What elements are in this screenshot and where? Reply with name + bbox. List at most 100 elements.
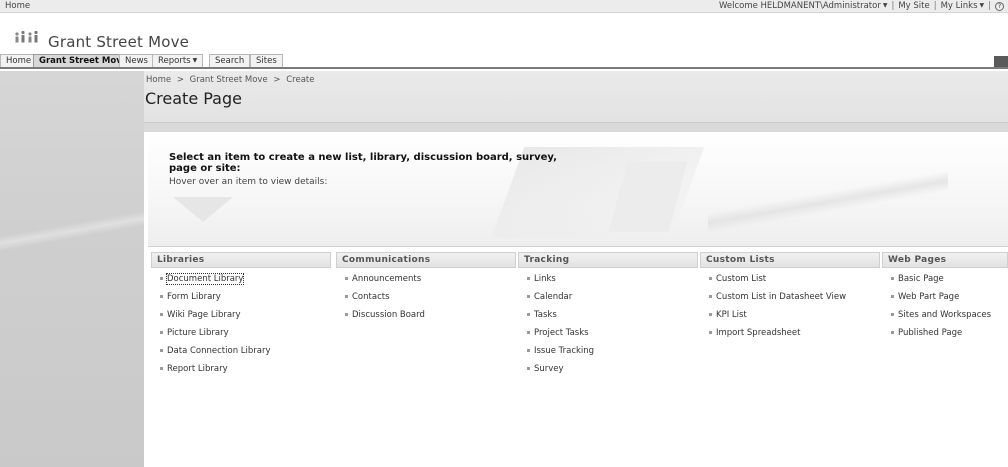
item-label[interactable]: Discussion Board: [352, 310, 425, 320]
tab-reports-label: Reports: [158, 56, 191, 66]
page-header: Home > Grant Street Move > Create Create…: [144, 71, 1008, 123]
global-navigation-bar: Home Welcome HELDMANENT\Administrator ▼ |…: [0, 0, 1008, 13]
item-label[interactable]: Announcements: [352, 274, 421, 284]
top-navigation-tabs: Home Grant Street Move News Reports ▼ Sea…: [0, 54, 1008, 69]
create-intro-banner: Select an item to create a new list, lib…: [148, 132, 1008, 247]
item-label[interactable]: Contacts: [352, 292, 390, 302]
item-label[interactable]: KPI List: [716, 310, 747, 320]
my-site-link[interactable]: My Site: [898, 1, 929, 11]
bullet-icon: [527, 331, 530, 334]
item-label[interactable]: Tasks: [534, 310, 557, 320]
bullet-icon: [527, 277, 530, 280]
item-label[interactable]: Web Part Page: [898, 292, 959, 302]
tab-reports[interactable]: Reports ▼: [152, 54, 204, 67]
list-item[interactable]: Survey: [518, 364, 698, 382]
list-item[interactable]: Calendar: [518, 292, 698, 310]
global-home-link[interactable]: Home: [5, 1, 30, 11]
chevron-down-icon: ▼: [882, 2, 888, 9]
list-item[interactable]: Basic Page: [882, 274, 1008, 292]
item-label[interactable]: Links: [534, 274, 556, 284]
category-libraries: Libraries Document Library Form Library …: [151, 252, 331, 382]
decorative-shape: [173, 197, 233, 222]
list-item[interactable]: Announcements: [336, 274, 516, 292]
item-label[interactable]: Report Library: [167, 364, 228, 374]
item-label[interactable]: Data Connection Library: [167, 346, 271, 356]
bullet-icon: [160, 277, 163, 280]
list-item[interactable]: KPI List: [700, 310, 880, 328]
tab-sites[interactable]: Sites: [250, 54, 283, 67]
category-header: Communications: [336, 252, 516, 268]
welcome-menu[interactable]: Welcome HELDMANENT\Administrator ▼: [719, 1, 888, 11]
my-links-menu[interactable]: My Links ▼: [941, 1, 985, 11]
help-icon[interactable]: ?: [995, 1, 1004, 11]
list-item[interactable]: Project Tasks: [518, 328, 698, 346]
bullet-icon: [345, 277, 348, 280]
decorative-stripe: [0, 206, 144, 256]
bullet-icon: [160, 295, 163, 298]
bullet-icon: [345, 313, 348, 316]
list-item[interactable]: Import Spreadsheet: [700, 328, 880, 346]
intro-hint: Hover over an item to view details:: [169, 177, 328, 187]
list-item[interactable]: Data Connection Library: [151, 346, 331, 364]
user-menu-area: Welcome HELDMANENT\Administrator ▼ | My S…: [719, 1, 1004, 11]
list-item[interactable]: Custom List in Datasheet View: [700, 292, 880, 310]
list-item[interactable]: Report Library: [151, 364, 331, 382]
list-item[interactable]: Wiki Page Library: [151, 310, 331, 328]
chevron-down-icon: ▼: [192, 57, 198, 64]
list-item[interactable]: Published Page: [882, 328, 1008, 346]
item-label[interactable]: Wiki Page Library: [167, 310, 241, 320]
tab-home[interactable]: Home: [0, 54, 38, 67]
bullet-icon: [891, 277, 894, 280]
category-tracking: Tracking Links Calendar Tasks Project Ta…: [518, 252, 698, 382]
create-categories: Libraries Document Library Form Library …: [148, 252, 1008, 467]
separator: |: [891, 1, 895, 11]
bullet-icon: [160, 349, 163, 352]
item-label[interactable]: Document Library: [165, 273, 245, 285]
list-item[interactable]: Form Library: [151, 292, 331, 310]
list-item[interactable]: Document Library: [151, 273, 331, 292]
left-navigation-panel: [0, 71, 144, 467]
item-label[interactable]: Basic Page: [898, 274, 944, 284]
list-item[interactable]: Discussion Board: [336, 310, 516, 328]
separator: |: [988, 1, 991, 11]
category-web-pages: Web Pages Basic Page Web Part Page Sites…: [882, 252, 1008, 346]
bullet-icon: [527, 295, 530, 298]
bullet-icon: [160, 313, 163, 316]
bullet-icon: [891, 331, 894, 334]
welcome-text: Welcome HELDMANENT\Administrator: [718, 1, 881, 11]
item-label[interactable]: Project Tasks: [534, 328, 589, 338]
list-item[interactable]: Sites and Workspaces: [882, 310, 1008, 328]
tab-search[interactable]: Search: [209, 54, 251, 67]
item-label[interactable]: Custom List in Datasheet View: [716, 292, 846, 302]
breadcrumb-home[interactable]: Home: [146, 75, 171, 85]
item-label[interactable]: Calendar: [534, 292, 572, 302]
list-item[interactable]: Issue Tracking: [518, 346, 698, 364]
tab-news[interactable]: News: [119, 54, 154, 67]
item-label[interactable]: Picture Library: [167, 328, 229, 338]
item-label[interactable]: Form Library: [167, 292, 221, 302]
list-item[interactable]: Links: [518, 274, 698, 292]
list-item[interactable]: Custom List: [700, 274, 880, 292]
breadcrumb-current: Create: [286, 75, 315, 85]
item-label[interactable]: Published Page: [898, 328, 962, 338]
bullet-icon: [709, 295, 712, 298]
category-header: Libraries: [151, 252, 331, 268]
site-title[interactable]: Grant Street Move: [48, 33, 189, 51]
bullet-icon: [527, 349, 530, 352]
item-label[interactable]: Custom List: [716, 274, 766, 284]
site-actions-button[interactable]: [994, 56, 1008, 67]
bullet-icon: [891, 295, 894, 298]
item-label[interactable]: Issue Tracking: [534, 346, 594, 356]
bullet-icon: [527, 367, 530, 370]
chevron-down-icon: ▼: [979, 2, 985, 9]
breadcrumb-site[interactable]: Grant Street Move: [190, 75, 268, 85]
item-label[interactable]: Survey: [534, 364, 564, 374]
item-label[interactable]: Sites and Workspaces: [898, 310, 991, 320]
list-item[interactable]: Contacts: [336, 292, 516, 310]
category-header: Tracking: [518, 252, 698, 268]
list-item[interactable]: Web Part Page: [882, 292, 1008, 310]
item-label[interactable]: Import Spreadsheet: [716, 328, 800, 338]
list-item[interactable]: Tasks: [518, 310, 698, 328]
header-divider: [144, 123, 1008, 132]
list-item[interactable]: Picture Library: [151, 328, 331, 346]
